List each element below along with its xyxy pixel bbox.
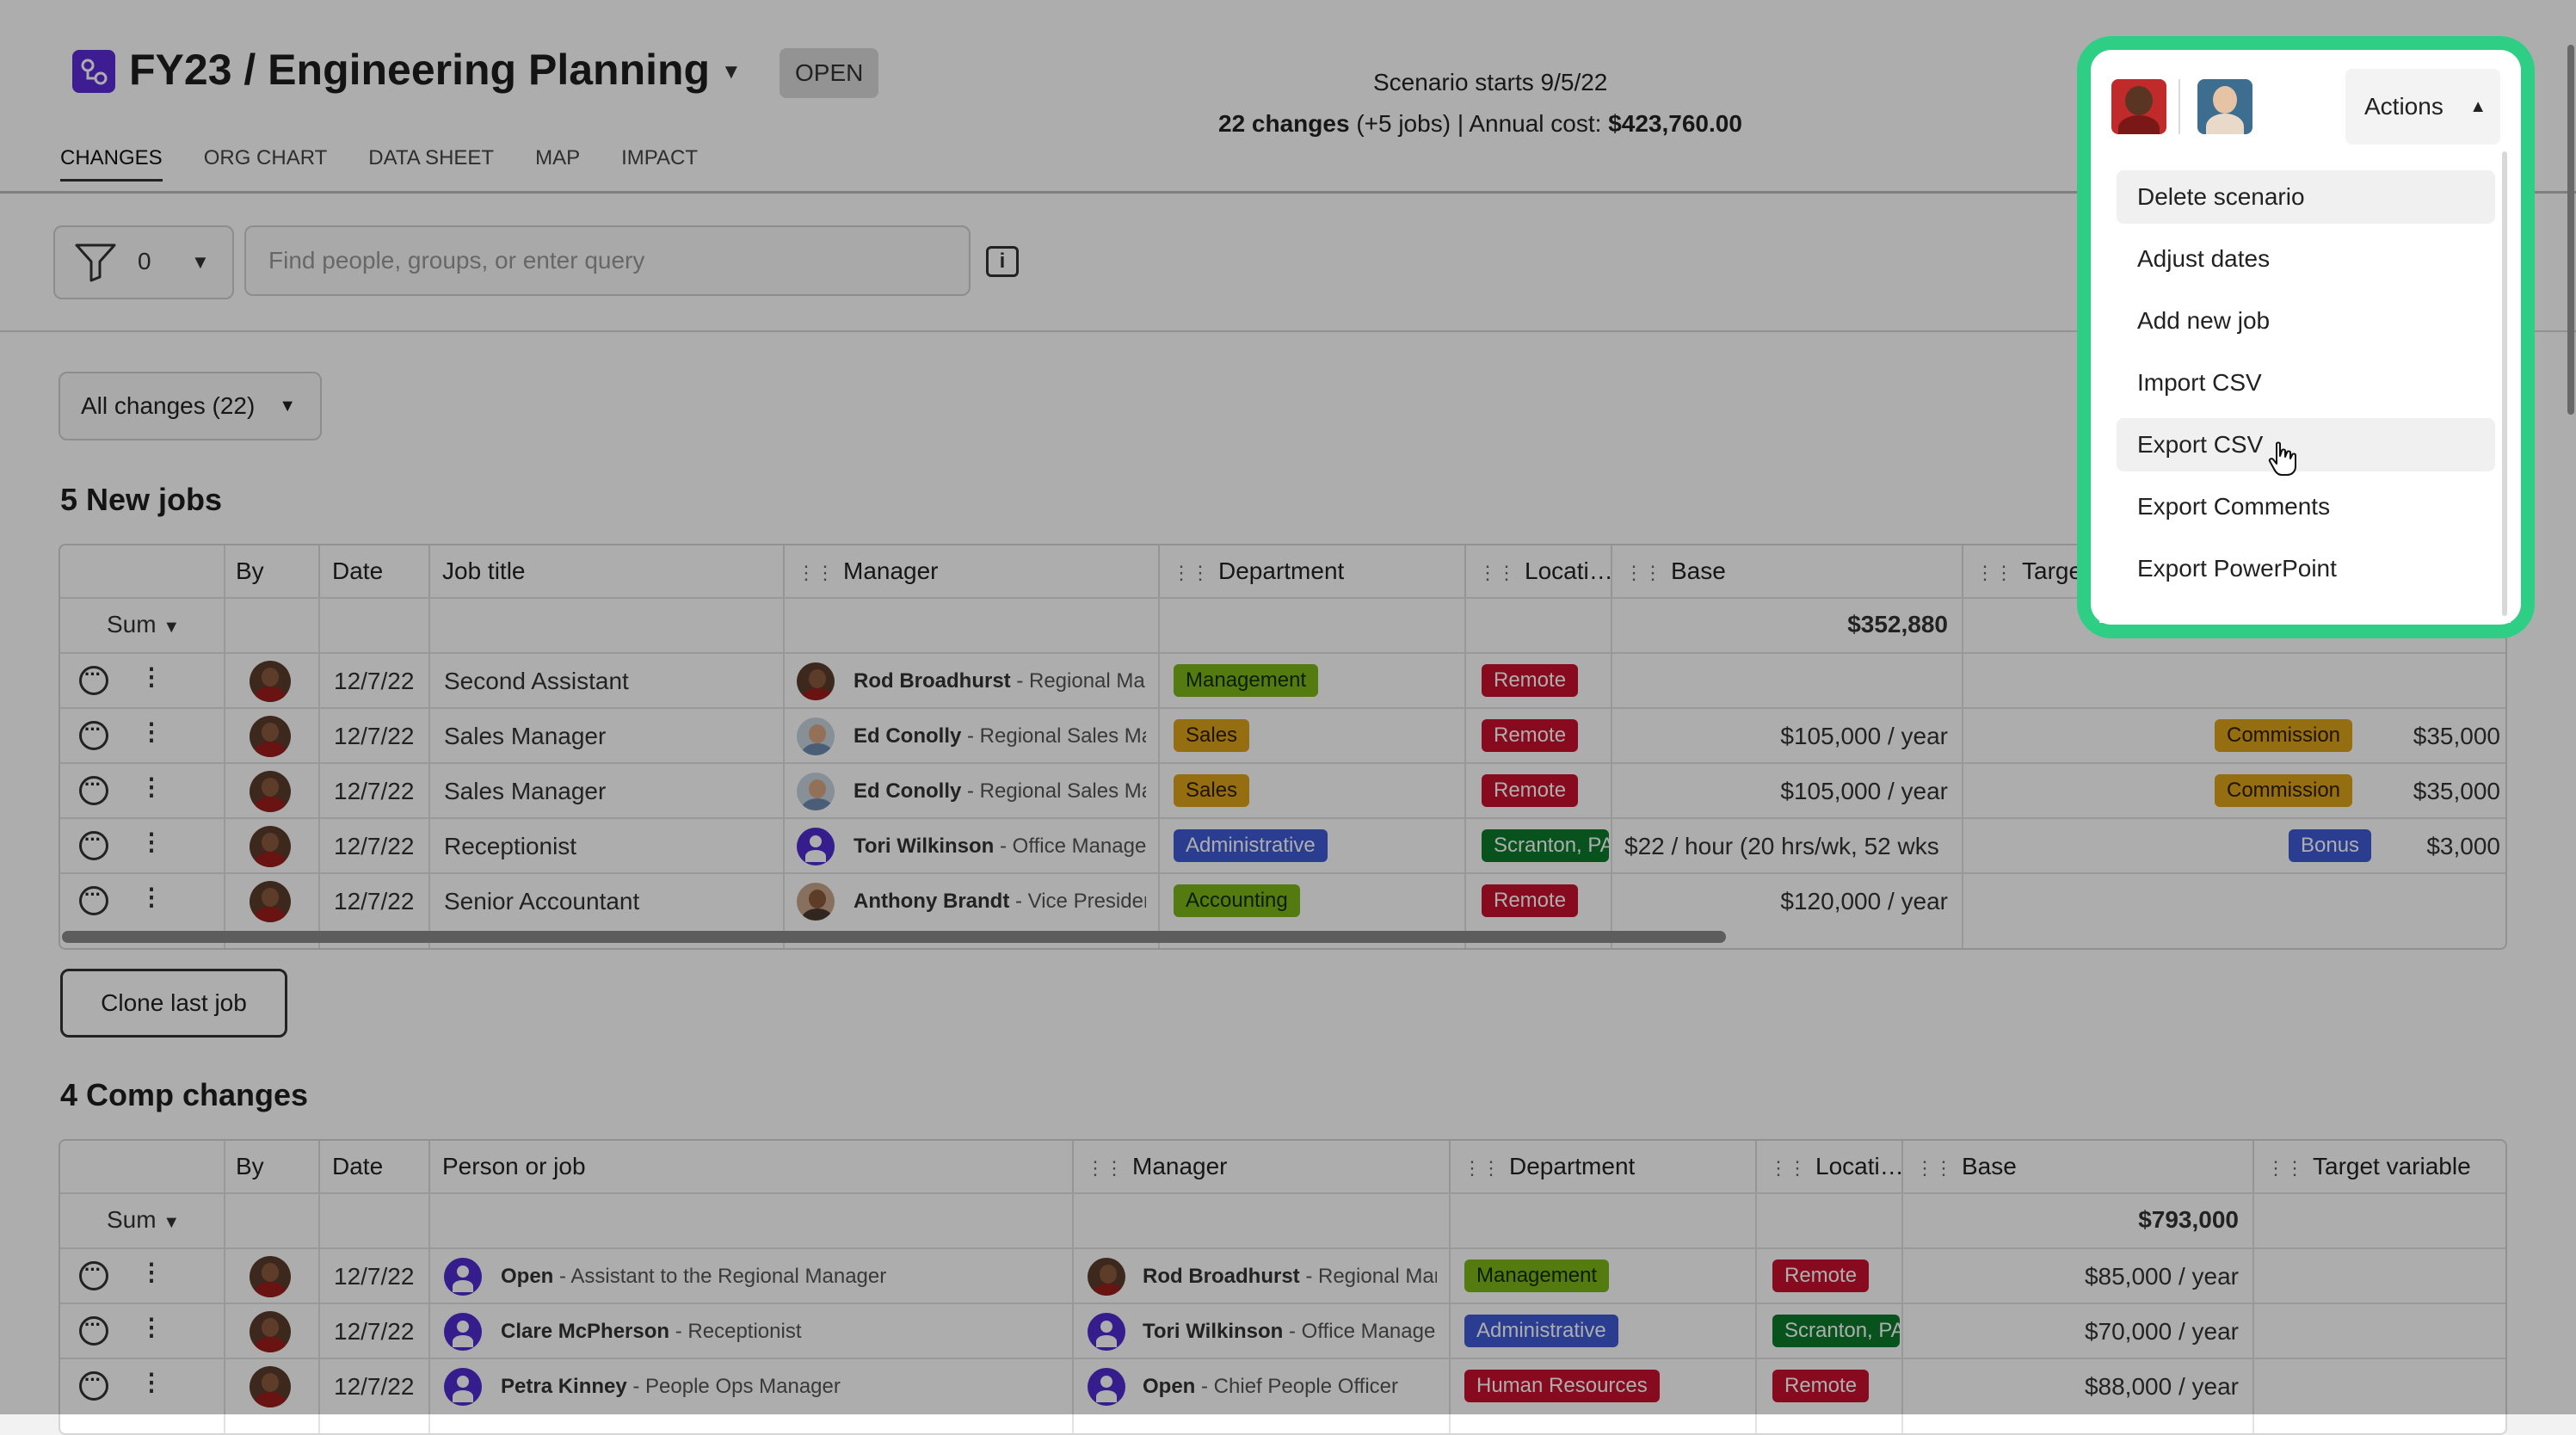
actions-button[interactable]: Actions ▲: [2345, 69, 2500, 145]
actions-button-label: Actions: [2364, 93, 2444, 120]
menu-item-delete-scenario[interactable]: Delete scenario: [2117, 170, 2495, 224]
divider: [2179, 79, 2180, 134]
avatar[interactable]: [2111, 79, 2166, 134]
caret-up-icon: ▲: [2469, 97, 2487, 116]
menu-item-export-csv[interactable]: Export CSV: [2117, 418, 2495, 471]
actions-menu: Actions ▲ Delete scenario Adjust dates A…: [2099, 57, 2511, 623]
menu-item-adjust-dates[interactable]: Adjust dates: [2117, 232, 2495, 286]
actions-menu-list: Delete scenario Adjust dates Add new job…: [2117, 170, 2495, 604]
menu-scrollbar[interactable]: [2502, 151, 2507, 616]
menu-item-import-csv[interactable]: Import CSV: [2117, 356, 2495, 410]
menu-item-export-comments[interactable]: Export Comments: [2117, 480, 2495, 533]
pointer-cursor-icon: [2268, 441, 2296, 476]
menu-item-add-new-job[interactable]: Add new job: [2117, 294, 2495, 348]
menu-item-export-powerpoint[interactable]: Export PowerPoint: [2117, 542, 2495, 595]
avatar[interactable]: [2197, 79, 2252, 134]
